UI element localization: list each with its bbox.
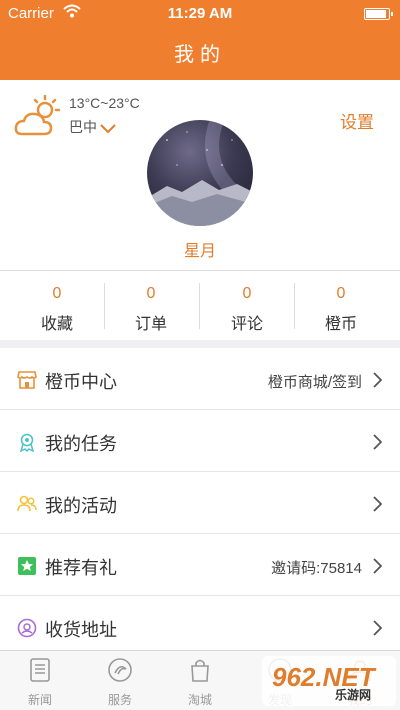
- menu-item-coin-center[interactable]: 橙币中心 橙币商城/签到: [0, 348, 400, 410]
- page-title: 我的: [174, 44, 226, 66]
- chevron-right-icon: [373, 372, 382, 388]
- menu-label: 我的活动: [45, 496, 117, 516]
- menu-item-tasks[interactable]: 我的任务: [0, 410, 400, 472]
- stat-label: 订单: [134, 316, 167, 333]
- stats-bar: 0 收藏 0 订单 0 评论 0 橙币: [0, 270, 400, 340]
- menu-item-referral[interactable]: 推荐有礼 邀请码:75814: [0, 534, 400, 596]
- stat-label: 橙币: [324, 316, 357, 333]
- stat-coins[interactable]: 0 橙币: [291, 271, 391, 341]
- menu-label: 我的任务: [45, 434, 117, 454]
- app-header: Carrier 11:29 AM 我的: [0, 0, 400, 80]
- service-icon: [108, 658, 132, 682]
- menu-value: 橙币商城/签到: [267, 374, 362, 391]
- stat-favorites[interactable]: 0 收藏: [7, 271, 107, 341]
- username[interactable]: 星月: [0, 237, 400, 261]
- tab-service[interactable]: 服务: [80, 651, 160, 710]
- avatar-image: [147, 120, 253, 226]
- chevron-right-icon: [373, 496, 382, 512]
- partly-cloudy-icon: [14, 94, 61, 136]
- site-watermark: 962.NET 乐游网: [262, 656, 396, 706]
- avatar[interactable]: [147, 120, 253, 226]
- tab-label: 服务: [107, 693, 132, 707]
- menu-list: 橙币中心 橙币商城/签到 我的任务 我的活动 推荐有礼 邀请码:75814 收货…: [0, 348, 400, 658]
- settings-button[interactable]: 设置: [340, 108, 374, 133]
- stat-label: 评论: [230, 316, 263, 333]
- temperature-range: 13°C~23°C: [69, 95, 140, 111]
- city-selector[interactable]: 巴中: [69, 117, 116, 137]
- status-time: 11:29 AM: [167, 5, 233, 22]
- chevron-right-icon: [373, 434, 382, 450]
- stat-value: 0: [336, 285, 346, 302]
- stat-orders[interactable]: 0 订单: [101, 271, 201, 341]
- stat-value: 0: [242, 285, 252, 302]
- status-bar: Carrier 11:29 AM: [0, 0, 400, 28]
- menu-label: 橙币中心: [45, 372, 117, 392]
- gift-icon: [18, 557, 36, 575]
- city-label: 巴中: [69, 119, 97, 135]
- chevron-down-icon: [100, 124, 116, 134]
- menu-label: 收货地址: [45, 620, 117, 640]
- menu-item-address[interactable]: 收货地址: [0, 596, 400, 658]
- stat-label: 收藏: [40, 316, 73, 333]
- shop-icon: [17, 371, 37, 389]
- stat-comments[interactable]: 0 评论: [197, 271, 297, 341]
- chevron-right-icon: [373, 558, 382, 574]
- watermark-site: 乐游网: [335, 688, 372, 702]
- tab-label: 淘城: [187, 693, 212, 707]
- profile-section: 13°C~23°C 巴中 设置 星月: [0, 80, 400, 270]
- stat-value: 0: [52, 285, 62, 302]
- stat-value: 0: [146, 285, 156, 302]
- menu-label: 推荐有礼: [45, 558, 117, 578]
- tab-news[interactable]: 新闻: [0, 651, 80, 710]
- tab-shop[interactable]: 淘城: [160, 651, 240, 710]
- people-icon: [17, 495, 37, 512]
- tab-label: 新闻: [27, 693, 52, 707]
- battery-icon: [364, 8, 393, 20]
- news-icon: [30, 658, 50, 682]
- task-icon: [19, 433, 35, 452]
- chevron-right-icon: [373, 620, 382, 636]
- bag-icon: [191, 659, 209, 682]
- location-icon: [17, 618, 37, 638]
- menu-item-activities[interactable]: 我的活动: [0, 472, 400, 534]
- invite-code: 邀请码:75814: [271, 560, 362, 577]
